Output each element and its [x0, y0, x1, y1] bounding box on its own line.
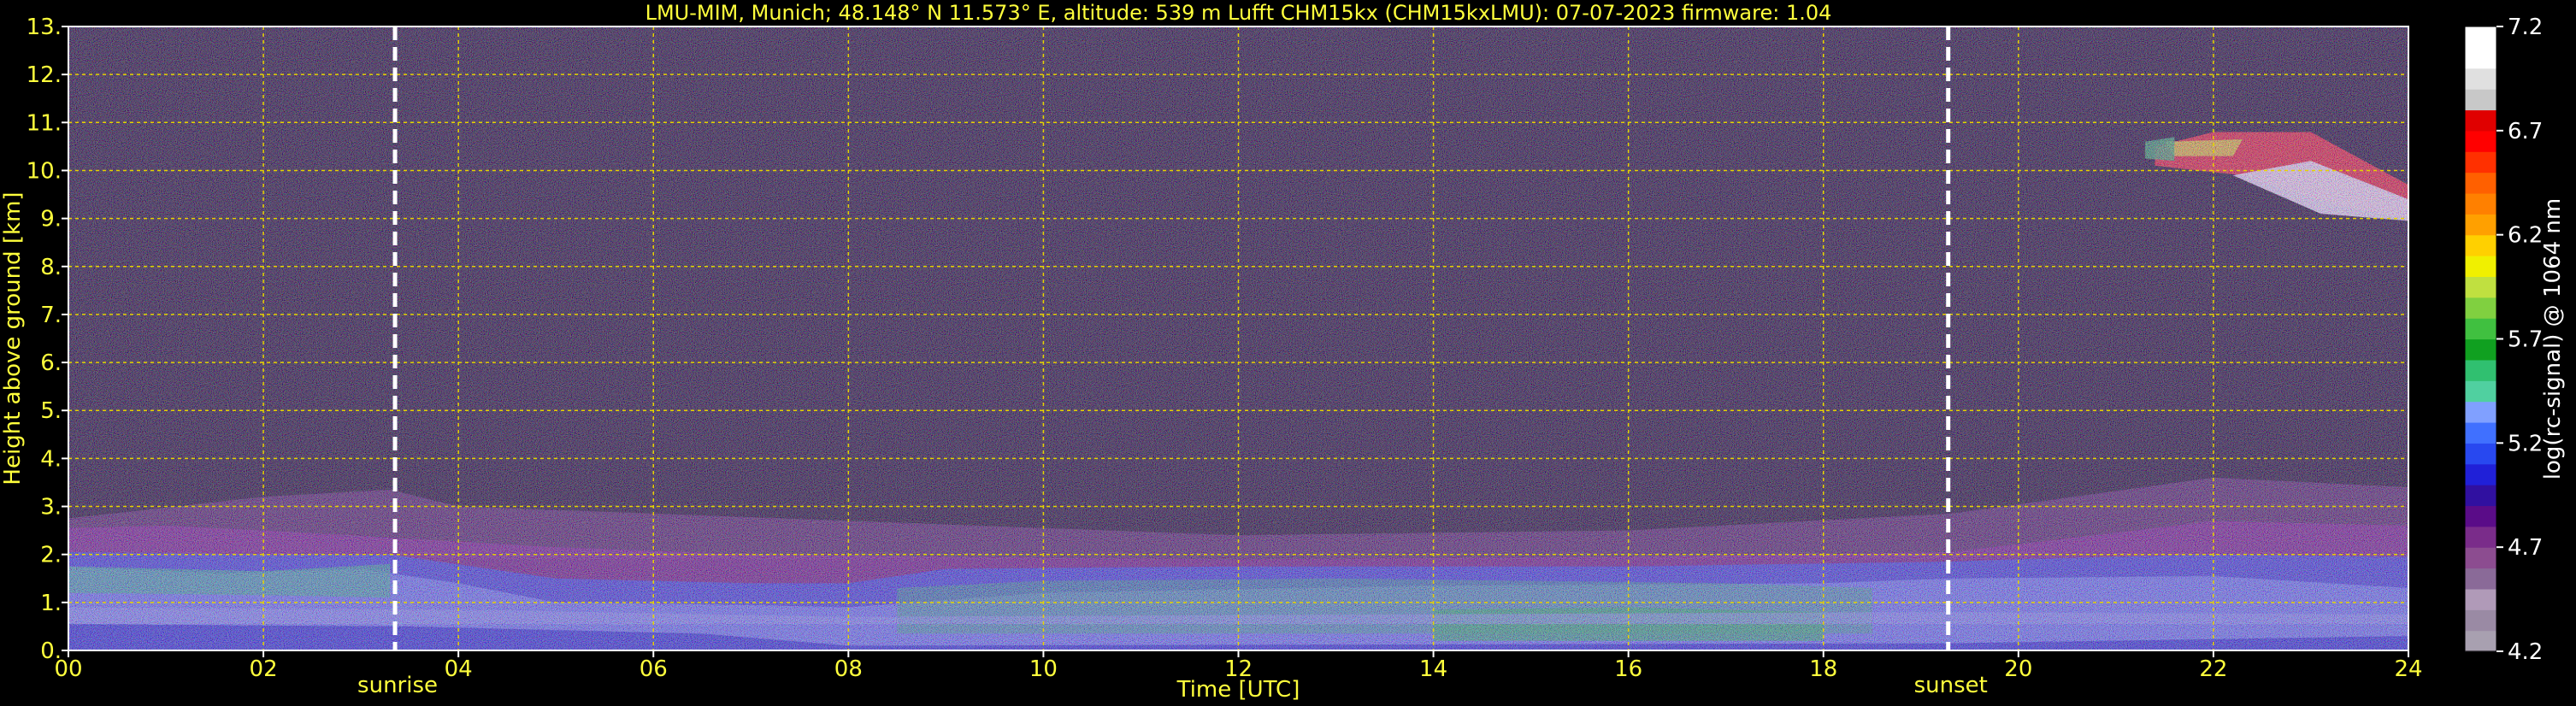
colorbar-segment: [2465, 588, 2496, 610]
x-tick-label: 02: [250, 656, 278, 682]
colorbar-segment: [2465, 359, 2496, 381]
colorbar-segment: [2465, 380, 2496, 403]
colorbar-segment: [2465, 401, 2496, 423]
chart-title: LMU-MIM, Munich; 48.148° N 11.573° E, al…: [645, 1, 1832, 25]
colorbar-segment: [2465, 338, 2496, 361]
colorbar-segment: [2465, 47, 2496, 69]
ceilometer-chart: LMU-MIM, Munich; 48.148° N 11.573° E, al…: [0, 1, 2566, 703]
noise-texture: [68, 26, 2408, 650]
colorbar-tick-label: 6.7: [2508, 119, 2543, 144]
colorbar-segment: [2465, 609, 2496, 632]
colorbar-tick-label: 4.7: [2508, 535, 2543, 561]
y-tick-label: 3.: [40, 495, 62, 521]
x-tick-label: 20: [2004, 656, 2032, 682]
colorbar-segment: [2465, 26, 2496, 48]
y-tick-label: 10.: [27, 158, 62, 184]
y-axis-label: Height above ground [km]: [0, 191, 26, 485]
x-tick-label: 16: [1614, 656, 1642, 682]
colorbar-segment: [2465, 526, 2496, 548]
colorbar-segment: [2465, 192, 2496, 215]
colorbar-segment: [2465, 463, 2496, 485]
sunset-label: sunset: [1914, 673, 1988, 698]
colorbar-segment: [2465, 109, 2496, 132]
colorbar-segment: [2465, 297, 2496, 319]
plot-area: [68, 26, 2408, 650]
colorbar-tick-label: 5.7: [2508, 327, 2543, 353]
colorbar-segment: [2465, 89, 2496, 111]
colorbar-segment: [2465, 318, 2496, 340]
y-tick-label: 1.: [40, 591, 62, 616]
colorbar-segment: [2465, 214, 2496, 236]
colorbar-segment: [2465, 172, 2496, 194]
x-tick-label: 10: [1029, 656, 1058, 682]
colorbar-tick-label: 7.2: [2508, 15, 2543, 40]
colorbar-segment: [2465, 630, 2496, 652]
y-tick-label: 0.: [40, 638, 62, 664]
y-tick-label: 2.: [40, 543, 62, 568]
x-tick-label: 08: [834, 656, 863, 682]
y-tick-label: 4.: [40, 446, 62, 472]
colorbar-segment: [2465, 256, 2496, 277]
x-tick-label: 04: [445, 656, 473, 682]
colorbar-tick-label: 6.2: [2508, 223, 2543, 249]
colorbar-segment: [2465, 68, 2496, 90]
x-tick-label: 18: [1809, 656, 1837, 682]
x-tick-label: 22: [2199, 656, 2227, 682]
colorbar-segment: [2465, 485, 2496, 507]
colorbar-segment: [2465, 234, 2496, 256]
y-tick-label: 13.: [27, 15, 62, 40]
colorbar-segment: [2465, 130, 2496, 152]
colorbar: 4.2 4.7 5.2 5.7 6.2 6.7 7.2: [2464, 15, 2543, 665]
y-tick-label: 6.: [40, 350, 62, 376]
colorbar-segment: [2465, 443, 2496, 465]
x-axis-label: Time [UTC]: [1176, 677, 1300, 703]
colorbar-segment: [2465, 568, 2496, 590]
x-tick-label: 24: [2394, 656, 2422, 682]
sunrise-label: sunrise: [357, 673, 438, 698]
colorbar-segment: [2465, 505, 2496, 527]
y-tick-label: 5.: [40, 398, 62, 424]
y-tick-label: 11.: [27, 110, 62, 136]
colorbar-segment: [2465, 151, 2496, 174]
y-tick-label: 9.: [40, 207, 62, 232]
colorbar-tick-label: 5.2: [2508, 431, 2543, 456]
colorbar-label: log(rc-signal) @ 1064 nm: [2540, 198, 2566, 479]
colorbar-segment: [2465, 547, 2496, 569]
y-tick-label: 12.: [27, 62, 62, 88]
colorbar-segment: [2465, 421, 2496, 444]
x-tick-label: 06: [640, 656, 668, 682]
colorbar-tick-label: 4.2: [2508, 639, 2543, 665]
colorbar-segment: [2465, 276, 2496, 298]
y-tick-label: 8.: [40, 255, 62, 280]
x-tick-label: 14: [1419, 656, 1447, 682]
y-tick-label: 7.: [40, 303, 62, 328]
